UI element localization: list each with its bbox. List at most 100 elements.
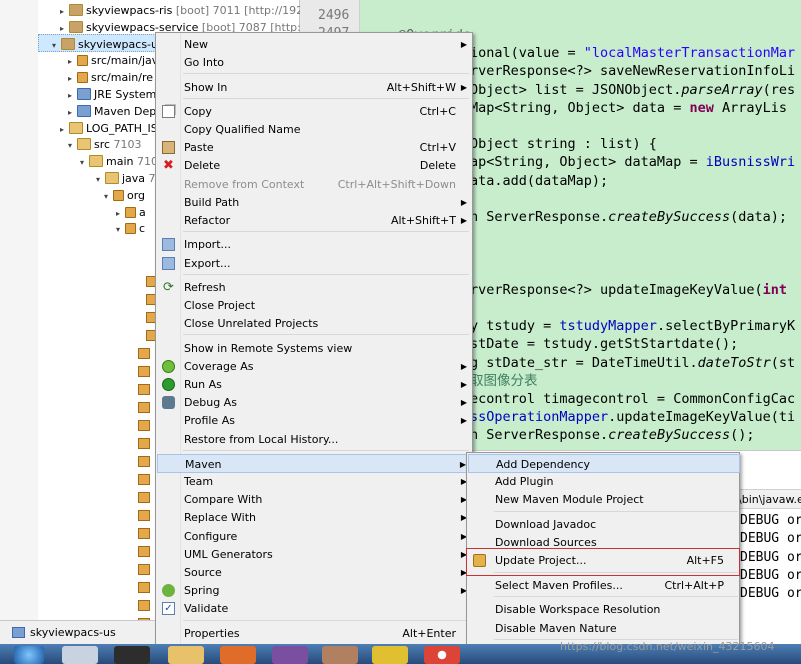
tree-row[interactable]: ▾ java 7	[96, 170, 156, 188]
menu-item-coverage-as[interactable]: Coverage As ▶	[157, 357, 472, 376]
folder-icon	[69, 121, 83, 134]
code-token: Object> list = JSONObject.	[470, 81, 682, 98]
menu-item-uml-generators[interactable]: UML Generators ▶	[157, 545, 472, 564]
tree-row[interactable]: ▸ src/main/re	[68, 69, 153, 87]
code-line: Map<String, Object> data = new ArrayLis	[470, 99, 787, 117]
tree-label: main	[106, 155, 134, 169]
menu-item-label: Compare With	[184, 493, 263, 507]
menu-item-refactor[interactable]: Refactor Alt+Shift+T ▶	[157, 211, 472, 230]
menu-item-close-unrelated-projects[interactable]: Close Unrelated Projects	[157, 314, 472, 333]
tree-row[interactable]: ▾ skyviewpacs-u	[52, 36, 158, 54]
menu-item-export[interactable]: Export...	[157, 254, 472, 273]
eclipse-taskbar-icon[interactable]	[272, 646, 308, 664]
code-token: (data);	[730, 209, 787, 225]
tree-row[interactable]: ▸ a	[116, 204, 146, 222]
code-token: stDate = tstudy.getStStartdate();	[470, 336, 739, 353]
menu-item-source[interactable]: Source ▶	[157, 563, 472, 582]
folder-icon	[69, 20, 83, 33]
menu-item-download-javadoc[interactable]: Download Javadoc	[468, 515, 740, 534]
tree-row[interactable]: ▸ src/main/jav	[68, 52, 158, 70]
console-line: DEBUG or	[740, 586, 801, 602]
tree-row[interactable]: ▾ src 7103	[68, 136, 142, 154]
menu-item-label: Close Project	[184, 299, 256, 312]
run-as-icon	[162, 377, 175, 391]
menu-item-shortcut: Ctrl+V	[419, 141, 456, 155]
taskbar-app-icon[interactable]	[322, 646, 358, 664]
folder-icon	[105, 172, 119, 184]
code-token: (st	[770, 354, 796, 371]
menu-item-label: Add Dependency	[496, 458, 591, 471]
tree-row[interactable]: ▸ LOG_PATH_IS_	[60, 120, 163, 138]
menu-item-close-project[interactable]: Close Project	[157, 296, 472, 315]
code-token: econtrol timagecontrol = CommonConfigCac	[470, 391, 796, 407]
code-token: y tstudy =	[470, 318, 560, 335]
tree-row[interactable]: ▸ skyviewpacs-ris [boot] 7011 [http://192…	[60, 2, 321, 20]
taskbar-app-icon[interactable]	[372, 646, 408, 664]
code-line: ional(value = "localMasterTransactionMar	[470, 44, 795, 62]
menu-item-refresh[interactable]: ⟳ Refresh	[157, 278, 472, 297]
tree-row[interactable]: ▾ main 710	[80, 153, 158, 171]
folder-icon	[77, 104, 91, 117]
menu-item-import[interactable]: Import...	[157, 235, 472, 254]
tree-row[interactable]: ▾ c	[116, 220, 145, 238]
tree-twisty-icon: ▾	[80, 158, 85, 168]
menu-item-label: Replace With	[184, 511, 256, 525]
menu-item-shortcut: Ctrl+C	[419, 104, 456, 118]
code-token: createBySuccess	[608, 209, 731, 225]
code-token: ssOperationMapper	[470, 409, 609, 426]
menu-item-spring[interactable]: Spring ▶	[157, 581, 472, 600]
menu-item-disable-workspace-resolution[interactable]: Disable Workspace Resolution	[468, 600, 740, 619]
menu-item-new-maven-module[interactable]: New Maven Module Project	[468, 490, 740, 509]
package-icon	[138, 528, 150, 539]
menu-item-restore-local-history[interactable]: Restore from Local History...	[157, 430, 472, 449]
console-line: DEBUG or	[740, 549, 801, 565]
menu-item-profile-as[interactable]: Profile As ▶	[157, 411, 472, 430]
menu-item-show-in[interactable]: Show In Alt+Shift+W ▶	[157, 78, 472, 97]
menu-item-label: Copy Qualified Name	[184, 123, 301, 136]
menu-item-shortcut: Ctrl+Alt+P	[664, 578, 724, 592]
start-button-icon[interactable]	[14, 646, 44, 664]
menu-item-replace-with[interactable]: Replace With ▶	[157, 508, 472, 527]
taskbar-app-icon[interactable]	[62, 646, 98, 664]
menu-item-add-plugin[interactable]: Add Plugin	[468, 472, 740, 491]
menu-item-properties[interactable]: Properties Alt+Enter	[157, 624, 472, 643]
menu-item-compare-with[interactable]: Compare With ▶	[157, 490, 472, 509]
menu-item-label: Import...	[184, 238, 231, 252]
menu-item-copy-qualified-name[interactable]: Copy Qualified Name	[157, 120, 472, 139]
package-icon	[138, 582, 150, 593]
menu-item-label: Add Plugin	[495, 475, 554, 489]
menu-item-select-maven-profiles[interactable]: Select Maven Profiles... Ctrl+Alt+P	[468, 576, 740, 595]
menu-item-debug-as[interactable]: Debug As ▶	[157, 393, 472, 412]
intellij-taskbar-icon[interactable]	[114, 646, 150, 664]
menu-item-paste[interactable]: Paste Ctrl+V	[157, 138, 472, 157]
menu-item-add-dependency[interactable]: Add Dependency	[468, 454, 740, 473]
tree-label: a	[139, 205, 146, 219]
code-token: dateToStr	[697, 354, 771, 371]
package-icon	[138, 366, 150, 377]
menu-item-show-in-remote[interactable]: Show in Remote Systems view	[157, 339, 472, 358]
menu-item-copy[interactable]: Copy Ctrl+C	[157, 102, 472, 121]
folder-taskbar-icon[interactable]	[168, 646, 204, 664]
menu-separator	[494, 510, 738, 512]
package-icon	[138, 402, 150, 413]
menu-item-delete[interactable]: ✖ Delete Delete	[157, 156, 472, 175]
taskbar-app-icon[interactable]	[220, 646, 256, 664]
menu-separator	[183, 273, 469, 275]
menu-item-disable-maven-nature[interactable]: Disable Maven Nature	[468, 619, 740, 638]
menu-item-label: Refactor	[184, 214, 231, 227]
menu-item-validate[interactable]: ✓ Validate	[157, 599, 472, 618]
tree-label-extra: [boot] 7011 [http://192.16	[172, 4, 321, 17]
menu-item-team[interactable]: Team ▶	[157, 472, 472, 491]
menu-item-new[interactable]: New ▶	[157, 35, 472, 54]
tree-row[interactable]: ▾ org	[104, 187, 145, 205]
menu-item-run-as[interactable]: Run As ▶	[157, 375, 472, 394]
package-icon	[138, 474, 150, 485]
menu-item-maven[interactable]: Maven ▶	[157, 453, 472, 473]
code-line: ssOperationMapper.updateImageKeyValue(ti	[470, 408, 795, 426]
menu-item-configure[interactable]: Configure ▶	[157, 527, 472, 546]
menu-item-go-into[interactable]: Go Into	[157, 53, 472, 72]
submenu-arrow-icon: ▶	[460, 82, 467, 92]
menu-item-build-path[interactable]: Build Path ▶	[157, 193, 472, 212]
explorer-gutter	[0, 0, 38, 620]
chrome-taskbar-icon[interactable]	[424, 646, 460, 664]
